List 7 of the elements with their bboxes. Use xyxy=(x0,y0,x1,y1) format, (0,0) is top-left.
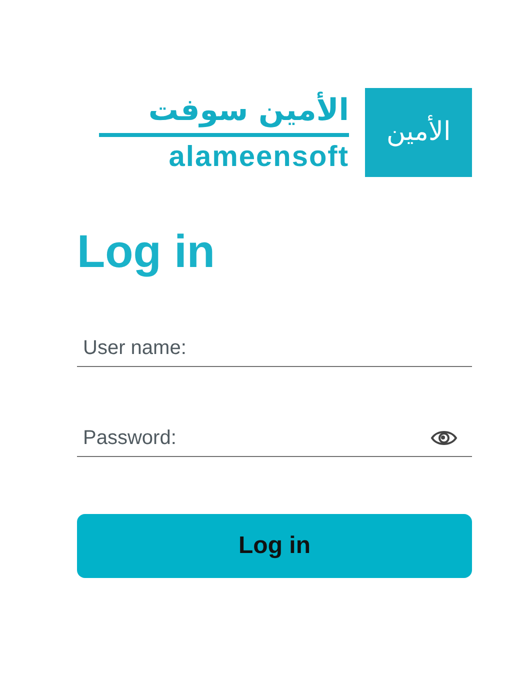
password-field[interactable]: Password: xyxy=(77,422,430,452)
logo-badge: الأمين xyxy=(365,88,472,177)
login-button[interactable]: Log in xyxy=(77,514,472,578)
page-title: Log in xyxy=(77,225,216,277)
username-field[interactable]: User name: xyxy=(77,332,472,362)
logo-arabic-text: الأمين سوفت xyxy=(147,91,349,130)
logo-latin-text: alameensoft xyxy=(168,140,349,174)
